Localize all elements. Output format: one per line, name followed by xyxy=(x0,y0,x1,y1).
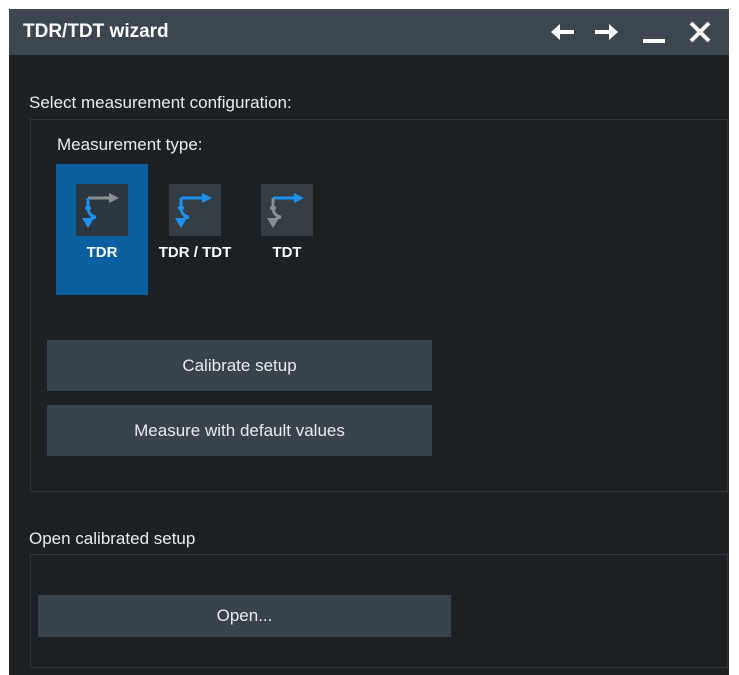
calibrate-setup-button[interactable]: Calibrate setup xyxy=(47,340,432,391)
measure-default-values-button[interactable]: Measure with default values xyxy=(47,405,432,456)
open-calibrated-setup-label: Open calibrated setup xyxy=(29,529,196,548)
tdr-tdt-wizard-window: TDR/TDT wizard Select measurement config… xyxy=(9,9,729,675)
tdr-tdt-icon xyxy=(169,184,221,236)
open-button[interactable]: Open... xyxy=(38,595,451,637)
measurement-config-label: Select measurement configuration: xyxy=(29,93,292,112)
close-icon[interactable] xyxy=(685,17,715,47)
minimize-icon[interactable] xyxy=(639,17,669,47)
measurement-type-tdr[interactable]: TDR xyxy=(56,164,148,295)
arrow-left-icon[interactable] xyxy=(547,17,577,47)
measurement-type-label-tdr: TDR xyxy=(86,244,118,261)
arrow-right-icon[interactable] xyxy=(592,17,622,47)
tdr-icon xyxy=(76,184,128,236)
measurement-type-tdr-tdt[interactable]: TDR / TDT xyxy=(149,164,241,295)
tdt-icon xyxy=(261,184,313,236)
measurement-type-label: Measurement type: xyxy=(57,135,203,154)
title-bar: TDR/TDT wizard xyxy=(9,9,729,55)
window-title: TDR/TDT wizard xyxy=(23,21,169,42)
measurement-type-label-tdt: TDT xyxy=(272,244,302,261)
measurement-type-label-tdr-tdt: TDR / TDT xyxy=(158,244,232,261)
measurement-type-tdt[interactable]: TDT xyxy=(241,164,333,295)
